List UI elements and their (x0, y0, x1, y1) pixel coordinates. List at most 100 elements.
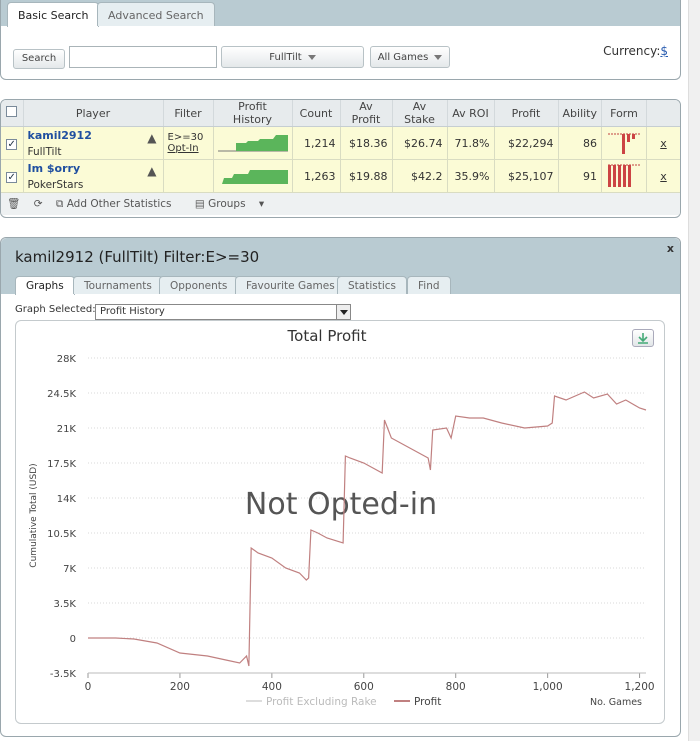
x-tick-label: 1,200 (625, 681, 655, 693)
graph-select-label: Graph Selected: (15, 304, 96, 315)
tab-basic-search[interactable]: Basic Search (7, 2, 100, 27)
count-cell: 1,263 (292, 159, 341, 193)
games-select-value: All Games (377, 52, 429, 63)
count-cell: 1,214 (292, 126, 341, 160)
select-all-header (1, 100, 24, 127)
player-name[interactable]: Im $orry (28, 162, 159, 175)
col-av-stake[interactable]: Av Stake (392, 100, 448, 127)
trash-icon[interactable]: 🗑 (7, 198, 20, 210)
legend-label-profit-excl-rake: Profit Excluding Rake (266, 696, 377, 708)
filter-cell: E>=30 Opt-In (163, 126, 214, 160)
table-toolbar: 🗑 ⟳ ⧉ Add Other Statistics ▤ Groups ▾ (1, 193, 680, 215)
remove-cell: x (646, 159, 680, 193)
chart-container: Total Profit 28K 24.5K 21K 17.5K 14K 10.5K 7K 3.… (15, 320, 665, 724)
y-tick-label: 3.5K (54, 599, 77, 610)
x-axis-label: No. Games (590, 697, 642, 708)
search-tabbar: Basic Search Advanced Search (1, 0, 680, 27)
tab-favourite-games[interactable]: Favourite Games (235, 276, 346, 294)
av-profit-cell: $18.36 (340, 126, 393, 160)
profit-sparkline[interactable] (218, 164, 288, 186)
opt-in-link[interactable]: Opt-In (168, 143, 209, 154)
col-player[interactable]: Player (23, 100, 164, 127)
col-profit[interactable]: Profit (494, 100, 559, 127)
remove-cell: x (646, 126, 680, 160)
col-av-profit[interactable]: Av Profit (340, 100, 393, 127)
currency-link[interactable]: $ (660, 44, 668, 58)
profit-sparkline[interactable] (217, 131, 288, 153)
x-tick-label: 400 (262, 681, 282, 693)
players-table-panel: Player Filter Profit History Count Av Pr… (0, 99, 681, 218)
x-tick-label: 0 (85, 681, 92, 693)
col-ability[interactable]: Ability (558, 100, 602, 127)
row-select-cell: ✓ (1, 126, 24, 160)
download-glyph (638, 333, 648, 344)
network-select[interactable]: FullTilt (221, 46, 364, 68)
groups-label: Groups (208, 198, 246, 210)
av-stake-cell: $26.74 (392, 126, 448, 160)
chevron-down-icon (336, 305, 350, 319)
graph-title: kamil2912 (FullTilt) Filter:E>=30 (15, 248, 260, 266)
row-checkbox[interactable]: ✓ (6, 138, 18, 150)
groups-dropdown[interactable]: ▤ Groups ▾ (195, 198, 264, 210)
search-input[interactable] (69, 46, 217, 68)
y-tick-label: 14K (57, 494, 77, 505)
tab-opponents[interactable]: Opponents (159, 276, 239, 294)
games-select[interactable]: All Games (370, 46, 450, 68)
x-tick-label: 200 (170, 681, 190, 693)
download-icon[interactable] (632, 329, 654, 347)
av-profit-cell: $19.88 (340, 159, 393, 193)
add-stats-link[interactable]: ⧉ Add Other Statistics (56, 198, 182, 210)
player-network: PokerStars (27, 178, 84, 191)
col-av-roi[interactable]: Av ROI (447, 100, 495, 127)
graph-panel: kamil2912 (FullTilt) Filter:E>=30 x Grap… (0, 237, 681, 737)
remove-row-button[interactable]: x (660, 137, 667, 150)
av-roi-cell: 71.8% (447, 126, 495, 160)
tab-find[interactable]: Find (407, 276, 451, 294)
y-axis-label: Cumulative Total (USD) (29, 463, 39, 567)
graph-tabbar: Graphs Tournaments Opponents Favourite G… (1, 272, 680, 295)
y-tick-label: 0 (70, 634, 76, 645)
search-panel: Basic Search Advanced Search Search Full… (0, 0, 681, 80)
tab-tournaments[interactable]: Tournaments (73, 276, 163, 294)
player-cell: Im $orry PokerStars ▲ (23, 159, 164, 193)
y-tick-label: 21K (57, 424, 77, 435)
tab-advanced-search[interactable]: Advanced Search (97, 2, 215, 26)
refresh-icon[interactable]: ⟳ (34, 198, 43, 210)
profit-cell: $22,294 (494, 126, 559, 160)
col-form[interactable]: Form (601, 100, 647, 127)
player-network: FullTilt (27, 145, 62, 158)
y-tick-label: 24.5K (47, 389, 76, 400)
av-stake-cell: $42.2 (392, 159, 448, 193)
add-stats-label: Add Other Statistics (66, 198, 172, 210)
legend-label-profit: Profit (414, 696, 441, 708)
network-select-value: FullTilt (269, 52, 302, 63)
col-profit-history[interactable]: Profit History (213, 100, 293, 127)
row-checkbox[interactable]: ✓ (6, 171, 18, 183)
table-row[interactable]: ✓ Im $orry PokerStars ▲ 1,263 $19.88 $42… (1, 159, 680, 193)
x-tick-label: 800 (446, 681, 466, 693)
chevron-down-icon (307, 54, 316, 60)
select-all-checkbox[interactable] (6, 106, 18, 117)
tab-statistics[interactable]: Statistics (337, 276, 407, 294)
y-tick-label: 17.5K (47, 459, 76, 470)
col-filter[interactable]: Filter (163, 100, 214, 127)
profit-series-line (88, 391, 647, 667)
remove-row-button[interactable]: x (660, 170, 667, 183)
player-name[interactable]: kamil2912 (28, 129, 159, 142)
tab-graphs[interactable]: Graphs (15, 276, 75, 295)
table-row[interactable]: ✓ kamil2912 FullTilt ▲ E>=30 Opt-In 1,21… (1, 126, 680, 160)
filter-cell (163, 159, 214, 193)
ability-cell: 86 (558, 126, 602, 160)
page-scrollbar[interactable] (688, 0, 700, 741)
shark-icon: ▲ (147, 130, 157, 145)
not-opted-in-watermark: Not Opted-in (245, 487, 437, 522)
close-icon[interactable]: x (667, 242, 674, 255)
col-remove (646, 100, 680, 127)
search-button[interactable]: Search (13, 49, 65, 69)
col-count[interactable]: Count (292, 100, 341, 127)
graph-select-dropdown[interactable]: Profit History (95, 304, 351, 320)
currency-setting: Currency:$ (603, 44, 668, 58)
y-tick-label: -3.5K (50, 669, 77, 680)
graph-select-value: Profit History (100, 306, 165, 317)
players-table: Player Filter Profit History Count Av Pr… (1, 100, 680, 193)
